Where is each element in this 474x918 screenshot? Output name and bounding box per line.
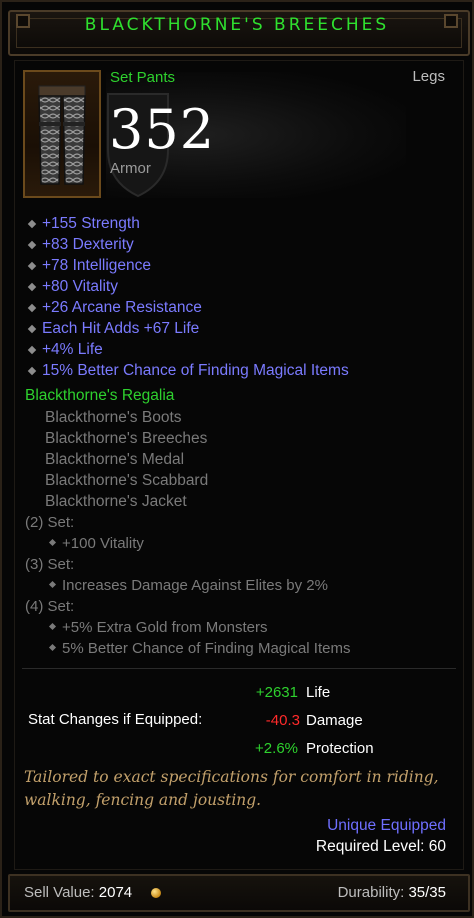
required-level: Required Level: 60 <box>315 838 446 855</box>
set-item: Blackthorne's Scabbard <box>45 472 209 489</box>
item-name: BLACKTHORNE'S BREECHES <box>84 15 390 35</box>
set-bonus-header: (3) Set: <box>25 556 75 573</box>
divider <box>22 668 456 669</box>
affix-line: Each Hit Adds +67 Life <box>42 320 200 337</box>
unique-equipped: Unique Equipped <box>327 817 446 834</box>
flavor-text: walking, fencing and jousting. <box>24 791 262 809</box>
set-item: Blackthorne's Medal <box>45 451 185 468</box>
stat-change-value: +2.6% <box>255 740 298 757</box>
set-bonus: +5% Extra Gold from Monsters <box>62 619 268 636</box>
durability-label: Durability: <box>337 884 405 901</box>
item-type: Set Pants <box>110 69 176 86</box>
armor-value: 352 <box>109 98 216 161</box>
stat-change-value: -40.3 <box>265 712 300 729</box>
set-bonus-header: (2) Set: <box>25 514 75 531</box>
item-tooltip: BLACKTHORNE'S BREECHES Set Pants Legs 35… <box>0 0 474 918</box>
set-bonus: +100 Vitality <box>62 535 144 552</box>
set-item: Blackthorne's Breeches <box>45 430 208 447</box>
durability-value: 35/35 <box>408 884 446 901</box>
stat-changes-label: Stat Changes if Equipped: <box>28 711 203 728</box>
affix-line: +4% Life <box>42 341 103 358</box>
affix-line: +26 Arcane Resistance <box>42 299 202 316</box>
set-bonus-header: (4) Set: <box>25 598 75 615</box>
pants-icon <box>38 85 86 185</box>
set-name: Blackthorne's Regalia <box>25 387 175 404</box>
flavor-text: Tailored to exact specifications for com… <box>24 768 439 786</box>
stat-change-name: Life <box>306 684 331 701</box>
item-slot: Legs <box>412 68 445 85</box>
armor-label: Armor <box>110 160 151 177</box>
affix-line: 15% Better Chance of Finding Magical Ite… <box>42 362 349 379</box>
set-bonus: 5% Better Chance of Finding Magical Item… <box>62 640 351 657</box>
gold-coin-icon <box>151 888 161 898</box>
sell-value: Sell Value: 2074 <box>24 884 132 901</box>
item-icon-frame[interactable] <box>23 70 101 198</box>
affix-line: +83 Dexterity <box>42 236 134 253</box>
affix-line: +80 Vitality <box>42 278 118 295</box>
affix-line: +155 Strength <box>42 215 140 232</box>
affix-line: +78 Intelligence <box>42 257 152 274</box>
set-item: Blackthorne's Boots <box>45 409 182 426</box>
set-item: Blackthorne's Jacket <box>45 493 187 510</box>
stat-change-value: +2631 <box>255 684 298 701</box>
sell-value-amount: 2074 <box>98 884 133 901</box>
sell-value-label: Sell Value: <box>24 884 95 901</box>
stat-change-name: Protection <box>306 740 374 757</box>
set-bonus: Increases Damage Against Elites by 2% <box>62 577 328 594</box>
stat-change-name: Damage <box>306 712 363 729</box>
durability: Durability: 35/35 <box>338 884 446 901</box>
